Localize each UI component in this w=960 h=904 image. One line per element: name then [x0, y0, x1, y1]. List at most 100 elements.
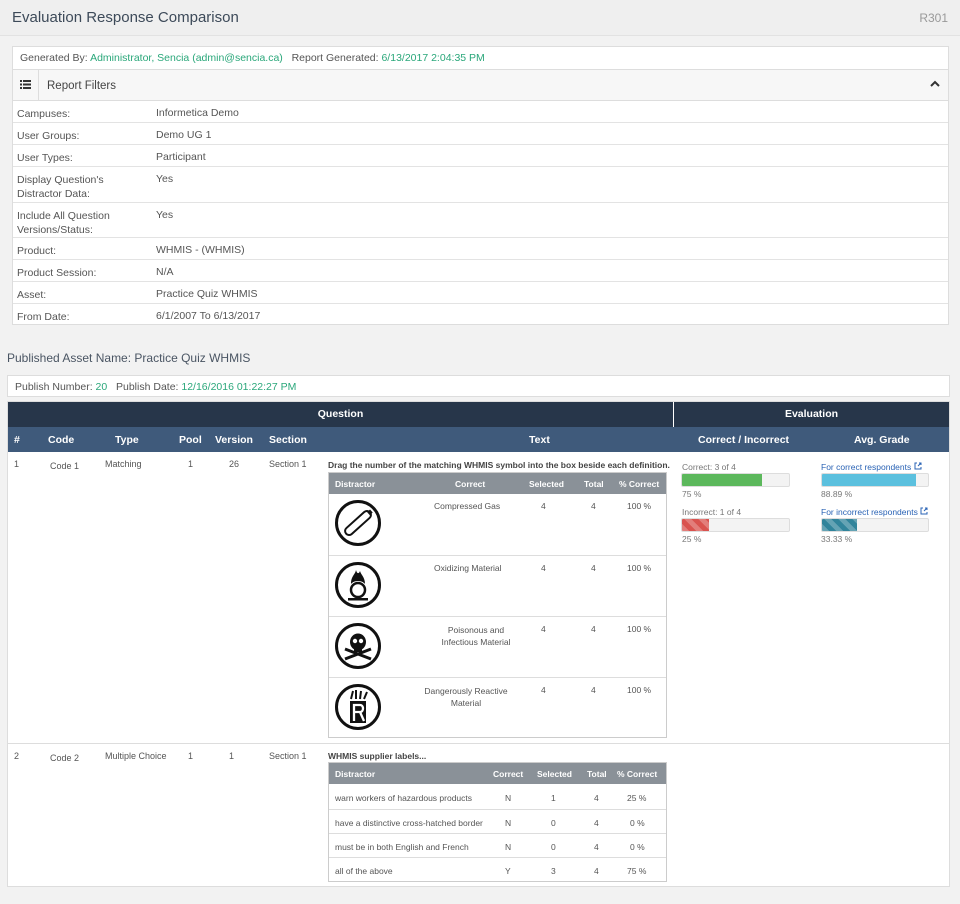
distractor-selected: 4: [541, 685, 546, 695]
col-code: Code: [48, 434, 75, 446]
avg-correct-fill: [822, 474, 917, 486]
row-code: Code 2: [50, 753, 80, 763]
filter-row-user-groups: User Groups: Demo UG 1: [13, 123, 948, 145]
incorrect-progress-fill: [682, 519, 709, 531]
filter-row-distractor-data: Display Question's Distractor Data: Yes: [13, 167, 948, 203]
avg-incorrect-fill: [822, 519, 858, 531]
distractor-pct: 0 %: [630, 842, 645, 852]
oxidizing-material-icon: [335, 562, 381, 608]
row-num: 2: [14, 751, 20, 761]
filter-row-asset: Asset: Practice Quiz WHMIS: [13, 282, 948, 304]
filter-value: N/A: [156, 266, 174, 278]
distractor-text: all of the above: [335, 866, 393, 876]
distractor-row: have a distinctive cross-hatched border …: [329, 809, 666, 833]
dh-distractor: Distractor: [335, 769, 376, 779]
distractor-correct: Compressed Gas: [434, 501, 501, 511]
report-filters-title: Report Filters: [47, 80, 117, 92]
chevron-up-icon[interactable]: [930, 79, 940, 92]
incorrect-respondents-link[interactable]: For incorrect respondents: [821, 507, 928, 517]
filter-value: Demo UG 1: [156, 129, 212, 141]
distractor-row: all of the above Y 3 4 75 %: [329, 857, 666, 881]
generated-by-label: Generated By:: [20, 52, 88, 64]
dh-correct: Correct: [455, 479, 486, 489]
col-pool: Pool: [179, 434, 202, 446]
question-group-header: Question: [8, 402, 673, 427]
filter-row-campuses: Campuses: Informetica Demo: [13, 101, 948, 123]
col-type: Type: [115, 434, 139, 446]
avg-incorrect-pct: 33.33 %: [821, 534, 853, 544]
filter-label: Display Question's Distractor Data:: [17, 174, 104, 200]
generated-info: Generated By: Administrator, Sencia (adm…: [12, 46, 949, 69]
dh-correct: Correct: [493, 769, 524, 779]
incorrect-count-label: Incorrect: 1 of 4: [682, 507, 742, 517]
col-avg-grade: Avg. Grade: [854, 434, 910, 446]
distractor-total: 4: [591, 685, 596, 695]
distractor-table: Distractor Correct Selected Total % Corr…: [328, 472, 667, 738]
evaluation-group-header: Evaluation: [674, 402, 949, 427]
filter-value: Participant: [156, 151, 206, 163]
generated-by-value: Administrator, Sencia (admin@sencia.ca): [90, 52, 283, 64]
correct-pct: 75 %: [682, 489, 702, 499]
correct-respondents-link-label: For correct respondents: [821, 462, 912, 472]
distractor-row: Oxidizing Material 4 4 100 %: [329, 555, 666, 616]
published-asset-name: Published Asset Name: Practice Quiz WHMI…: [7, 351, 251, 365]
title-bar: Evaluation Response Comparison R301: [0, 0, 960, 36]
distractor-row: Poisonous and Infectious Material 4 4 10…: [329, 616, 666, 677]
filter-value: Yes: [156, 173, 174, 185]
avg-correct-bar: [821, 473, 929, 487]
external-link-icon: [914, 462, 922, 470]
distractor-total: 4: [594, 842, 599, 852]
distractor-total: 4: [591, 563, 596, 573]
distractor-selected: 4: [541, 624, 546, 634]
distractor-total: 4: [594, 818, 599, 828]
filter-value: WHMIS - (WHMIS): [156, 244, 245, 256]
filter-label: Product Session:: [17, 267, 97, 279]
row-version: 26: [229, 459, 240, 469]
incorrect-respondents-link-label: For incorrect respondents: [821, 507, 918, 517]
dh-total: Total: [584, 479, 604, 489]
correct-progress-bar: [681, 473, 790, 487]
distractor-pct: 100 %: [627, 685, 652, 695]
distractor-correct: N: [505, 842, 512, 852]
distractor-row: must be in both English and French N 0 4…: [329, 833, 666, 857]
incorrect-progress-bar: [681, 518, 790, 532]
row-num: 1: [14, 459, 20, 469]
publish-number-label: Publish Number:: [15, 381, 93, 393]
external-link-icon: [920, 507, 928, 515]
filter-row-user-types: User Types: Participant: [13, 145, 948, 167]
report-generated-value: 6/13/2017 2:04:35 PM: [381, 52, 485, 64]
report-filters-panel: Report Filters Campuses: Informetica Dem…: [12, 69, 949, 325]
dh-distractor: Distractor: [335, 479, 376, 489]
report-generated-label: Report Generated:: [291, 52, 379, 64]
filter-label: Include All Question Versions/Status:: [17, 210, 110, 236]
distractor-correct: N: [505, 818, 512, 828]
row-type: Matching: [105, 459, 142, 469]
distractor-selected: 4: [541, 501, 546, 511]
correct-count-label: Correct: 3 of 4: [682, 462, 736, 472]
distractor-selected: 0: [551, 842, 556, 852]
report-filters-header[interactable]: Report Filters: [13, 70, 948, 101]
publish-number-value: 20: [95, 381, 108, 393]
table-row: 2 Code 2 Multiple Choice 1 1 Section 1 W…: [8, 745, 949, 886]
correct-respondents-link[interactable]: For correct respondents: [821, 462, 922, 472]
distractor-total: 4: [594, 793, 599, 803]
distractor-pct: 25 %: [627, 793, 647, 803]
distractor-correct: Oxidizing Material: [434, 563, 502, 573]
distractor-correct: Poisonous and Infectious Material: [441, 625, 511, 647]
filter-value: 6/1/2007 To 6/13/2017: [156, 310, 261, 322]
distractor-selected: 0: [551, 818, 556, 828]
poisonous-infectious-icon: [335, 623, 381, 669]
column-headers: # Code Type Pool Version Section Text Co…: [8, 427, 949, 452]
filter-row-product: Product: WHMIS - (WHMIS): [13, 238, 948, 260]
distractor-total: 4: [591, 501, 596, 511]
report-code: R301: [919, 11, 948, 25]
distractor-pct: 75 %: [627, 866, 647, 876]
distractor-row: Dangerously Reactive Material 4 4 100 %: [329, 677, 666, 738]
distractor-correct: N: [505, 793, 512, 803]
distractor-total: 4: [591, 624, 596, 634]
table-row: 1 Code 1 Matching 1 26 Section 1 Drag th…: [8, 452, 949, 744]
row-section: Section 1: [269, 459, 307, 469]
row-type: Multiple Choice: [105, 751, 167, 761]
col-correct-incorrect: Correct / Incorrect: [698, 434, 790, 446]
list-icon: [13, 70, 39, 100]
